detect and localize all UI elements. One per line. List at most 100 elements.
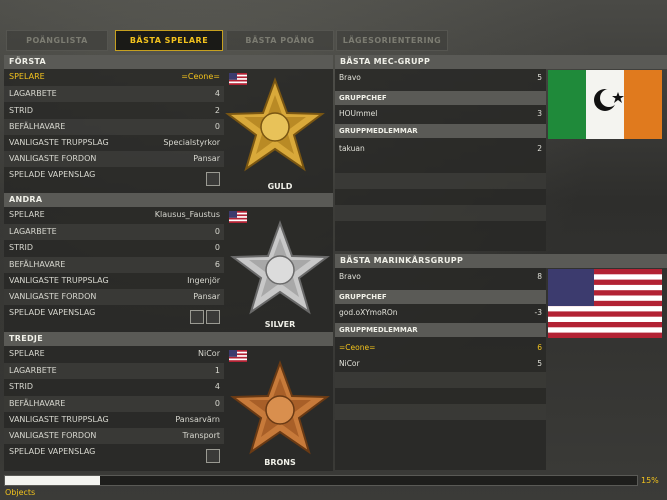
first-kit-row: VANLIGASTE TRUPPSLAG Specialstyrkor	[4, 135, 224, 151]
gold-star-medal-icon	[225, 77, 325, 172]
row-label: LAGARBETE	[9, 227, 57, 236]
tab-bar: POÄNGLISTA BÄSTA SPELARE BÄSTA POÄNG LÄG…	[0, 27, 667, 53]
player-name[interactable]: =Ceone=	[181, 69, 220, 85]
tab-situation[interactable]: LÄGESORIENTERING	[336, 30, 448, 51]
second-place-header: ANDRA	[4, 193, 333, 207]
row-label: LAGARBETE	[9, 366, 57, 375]
loading-percent: 15%	[641, 476, 659, 485]
row-value: Pansar	[193, 292, 220, 301]
third-place-header: TREDJE	[4, 332, 333, 346]
row-label: VANLIGASTE TRUPPSLAG	[9, 138, 109, 147]
usmc-chef-row: god.oXYmoROn -3	[335, 305, 546, 321]
silver-star-medal-icon	[230, 220, 330, 315]
chef-score: -3	[534, 308, 542, 317]
third-kit-row: VANLIGASTE TRUPPSLAG Pansarvärn	[4, 412, 224, 428]
mec-members-header: GRUPPMEDLEMMAR	[335, 124, 546, 138]
usmc-squad-header: BÄSTA MARINKÅRSGRUPP	[335, 254, 667, 268]
mec-flag-icon	[548, 70, 662, 139]
squad-score: 8	[537, 272, 542, 281]
empty-row	[335, 173, 546, 189]
row-value: Pansarvärn	[175, 415, 220, 424]
row-value: 0	[214, 122, 220, 131]
mec-chef-header: GRUPPCHEF	[335, 91, 546, 105]
row-label: SPELADE VAPENSLAG	[9, 447, 96, 456]
weapon-icon	[206, 449, 220, 463]
row-value: 0	[214, 227, 220, 236]
mec-squad-header: BÄSTA MEC-GRUPP	[335, 55, 667, 69]
usmc-members-header: GRUPPMEDLEMMAR	[335, 323, 546, 337]
squad-name: Bravo	[339, 73, 361, 82]
loading-progress-bar	[4, 475, 638, 486]
third-combat-row: STRID 4	[4, 379, 224, 395]
third-vehicle-row: VANLIGASTE FORDON Transport	[4, 428, 224, 444]
row-value: 1	[214, 366, 220, 375]
mec-member-row: takuan 2	[335, 141, 546, 157]
usmc-squad-name-row: Bravo 8	[335, 269, 546, 285]
member-name[interactable]: NiCor	[339, 356, 360, 372]
row-value: Ingenjör	[187, 276, 220, 285]
second-vehicle-row: VANLIGASTE FORDON Pansar	[4, 289, 224, 305]
player-name[interactable]: NiCor	[198, 346, 220, 362]
weapon-icon	[206, 172, 220, 186]
usmc-member-row: NiCor 5	[335, 356, 546, 372]
empty-row	[335, 404, 546, 420]
third-teamwork-row: LAGARBETE 1	[4, 363, 224, 379]
third-player-row: SPELARE NiCor	[4, 346, 224, 362]
bronze-medal-label: BRONS	[264, 458, 296, 467]
member-name[interactable]: =Ceone=	[339, 340, 375, 356]
usmc-chef-header: GRUPPCHEF	[335, 290, 546, 304]
third-commander-row: BEFÄLHAVARE 0	[4, 396, 224, 412]
row-label: VANLIGASTE TRUPPSLAG	[9, 276, 109, 285]
member-score: 5	[537, 359, 542, 368]
row-label: SPELARE	[9, 210, 45, 219]
silver-medal-label: SILVER	[264, 320, 296, 329]
tab-best-score[interactable]: BÄSTA POÄNG	[226, 30, 334, 51]
row-label: VANLIGASTE FORDON	[9, 154, 97, 163]
row-value: 0	[214, 243, 220, 252]
gold-medal-label: GULD	[267, 182, 293, 191]
row-label: STRID	[9, 382, 34, 391]
row-value: 6	[214, 260, 220, 269]
empty-row	[335, 205, 546, 221]
weapon-icon	[206, 310, 220, 324]
member-score: 2	[537, 144, 542, 153]
first-combat-row: STRID 2	[4, 103, 224, 119]
chef-name[interactable]: HOUmmel	[339, 106, 377, 122]
row-label: BEFÄLHAVARE	[9, 122, 66, 131]
row-label: VANLIGASTE FORDON	[9, 292, 97, 301]
member-name[interactable]: takuan	[339, 141, 365, 157]
third-weapons-row: SPELADE VAPENSLAG	[4, 444, 224, 464]
row-value: 2	[214, 106, 220, 115]
row-value: 4	[214, 89, 220, 98]
row-label: VANLIGASTE TRUPPSLAG	[9, 415, 109, 424]
row-value: 4	[214, 382, 220, 391]
tab-scoreboard[interactable]: POÄNGLISTA	[6, 30, 108, 51]
us-flag-large-icon	[548, 269, 662, 338]
chef-name[interactable]: god.oXYmoROn	[339, 305, 398, 321]
tab-best-players[interactable]: BÄSTA SPELARE	[115, 30, 223, 51]
mec-chef-row: HOUmmel 3	[335, 106, 546, 122]
first-place-header: FÖRSTA	[4, 55, 333, 69]
row-label: LAGARBETE	[9, 89, 57, 98]
second-combat-row: STRID 0	[4, 240, 224, 256]
row-value: Pansar	[193, 154, 220, 163]
player-name[interactable]: Klausus_Faustus	[155, 207, 220, 223]
second-player-row: SPELARE Klausus_Faustus	[4, 207, 224, 223]
mec-squad-name-row: Bravo 5	[335, 70, 546, 86]
row-value: Specialstyrkor	[163, 138, 220, 147]
squad-name: Bravo	[339, 272, 361, 281]
second-teamwork-row: LAGARBETE 0	[4, 224, 224, 240]
loading-progress-fill	[5, 476, 100, 485]
row-label: SPELADE VAPENSLAG	[9, 308, 96, 317]
row-label: STRID	[9, 243, 34, 252]
row-label: SPELARE	[9, 349, 45, 358]
row-label: SPELARE	[9, 72, 45, 81]
first-player-row: SPELARE =Ceone=	[4, 69, 224, 85]
row-label: BEFÄLHAVARE	[9, 260, 66, 269]
first-teamwork-row: LAGARBETE 4	[4, 86, 224, 102]
row-label: SPELADE VAPENSLAG	[9, 170, 96, 179]
first-commander-row: BEFÄLHAVARE 0	[4, 119, 224, 135]
second-commander-row: BEFÄLHAVARE 6	[4, 257, 224, 273]
first-vehicle-row: VANLIGASTE FORDON Pansar	[4, 151, 224, 167]
weapon-icon	[190, 310, 204, 324]
